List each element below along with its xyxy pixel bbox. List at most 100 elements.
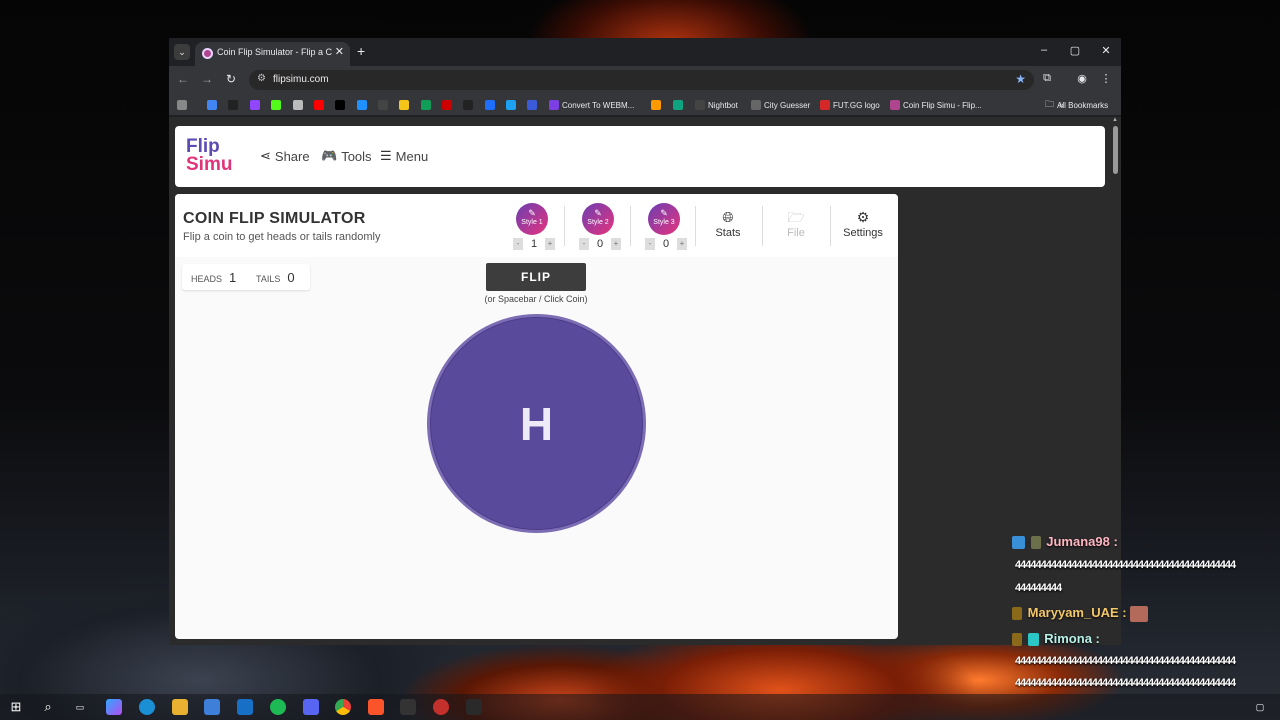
stats-button[interactable]: 🌐︎ Stats xyxy=(703,210,753,239)
bookmark-item[interactable] xyxy=(651,99,661,111)
file-explorer-icon[interactable] xyxy=(172,699,188,715)
profile-icon[interactable]: ◉ xyxy=(1074,72,1090,85)
copilot-icon[interactable] xyxy=(106,699,122,715)
task-view-icon[interactable]: ▭ xyxy=(72,699,88,715)
style-1-button[interactable]: ✎ Style 1 xyxy=(516,203,548,235)
forward-button[interactable]: → xyxy=(199,72,215,86)
url-text[interactable]: flipsimu.com xyxy=(273,74,329,85)
outlook-icon[interactable] xyxy=(237,699,253,715)
site-info-icon[interactable]: ⚙ xyxy=(257,73,266,84)
notifications-icon[interactable]: ▢ xyxy=(1252,699,1268,715)
brave-icon[interactable] xyxy=(368,699,384,715)
chat-message-text: 4444444444444444444444444444444444444444… xyxy=(1015,559,1236,571)
coin[interactable]: H xyxy=(427,314,646,533)
new-tab-button[interactable]: + xyxy=(357,43,365,59)
folder-open-icon: 🗁 xyxy=(787,209,805,225)
apps-grid-icon xyxy=(177,100,187,110)
bookmark-item[interactable] xyxy=(463,99,473,111)
minimize-button[interactable]: – xyxy=(1034,44,1054,56)
obs-icon[interactable] xyxy=(433,699,449,715)
bookmark-item[interactable] xyxy=(399,99,409,111)
bookmark-item[interactable] xyxy=(357,99,367,111)
search-icon[interactable]: ⌕ xyxy=(40,699,56,715)
settings-button[interactable]: ⚙ Settings xyxy=(838,210,888,239)
scroll-thumb[interactable] xyxy=(1113,126,1118,174)
reload-button[interactable]: ↻ xyxy=(223,72,239,86)
menu-label: Menu xyxy=(395,148,429,164)
menu-nav[interactable]: ☰ Menu xyxy=(380,148,428,164)
windows-taskbar: ⊞ ⌕ ▭ ▢ xyxy=(0,694,1280,720)
style-1-increment[interactable]: + xyxy=(545,237,555,250)
bookmark-item[interactable]: City Guesser xyxy=(751,99,810,111)
logitech-icon[interactable] xyxy=(466,699,482,715)
bookmark-item[interactable] xyxy=(442,99,452,111)
edit-icon: ✎ xyxy=(594,208,602,218)
bookmark-item[interactable]: FUT.GG logo xyxy=(820,99,880,111)
address-bar[interactable]: ⚙ flipsimu.com ★ xyxy=(249,70,1034,90)
divider xyxy=(830,206,831,246)
folder-icon: 🗀 xyxy=(1045,99,1055,109)
chat-icon xyxy=(673,100,683,110)
bookmark-item[interactable] xyxy=(485,99,495,111)
style-3-decrement[interactable]: - xyxy=(645,237,655,250)
chat-username: Rimona : xyxy=(1044,631,1100,646)
windows-start-icon[interactable]: ⊞ xyxy=(8,699,24,715)
result-counter: HEADS 1 TAILS 0 xyxy=(182,264,310,290)
bookmark-item[interactable] xyxy=(207,99,217,111)
edge-icon[interactable] xyxy=(139,699,155,715)
close-window-button[interactable]: ✕ xyxy=(1096,44,1116,57)
bookmark-item[interactable] xyxy=(228,99,238,111)
bookmark-item[interactable] xyxy=(314,99,324,111)
flip-hint: (or Spacebar / Click Coin) xyxy=(484,294,588,304)
globe-icon xyxy=(751,100,761,110)
chrome-icon[interactable] xyxy=(335,699,351,715)
divider xyxy=(762,206,763,246)
style-3-increment[interactable]: + xyxy=(677,237,687,250)
bookmark-item[interactable] xyxy=(250,99,260,111)
scroll-up-arrow-icon[interactable]: ▲ xyxy=(1112,117,1118,123)
all-bookmarks-folder[interactable]: 🗀 All Bookmarks xyxy=(1045,99,1108,111)
bookmark-item[interactable] xyxy=(293,99,303,111)
maximize-button[interactable]: ▢ xyxy=(1065,44,1085,57)
bookmark-item[interactable] xyxy=(271,99,281,111)
convert-icon xyxy=(549,100,559,110)
store-icon[interactable] xyxy=(204,699,220,715)
hamburger-icon: ☰ xyxy=(380,148,392,163)
xbox-icon[interactable] xyxy=(400,699,416,715)
tab-close-icon[interactable]: ✕ xyxy=(335,45,344,58)
bookmark-item[interactable] xyxy=(673,99,683,111)
style-2-increment[interactable]: + xyxy=(611,237,621,250)
bookmark-item[interactable]: Coin Flip Simu - Flip... xyxy=(890,99,982,111)
flipsimu-logo[interactable]: Flip Simu xyxy=(186,137,248,178)
style-3-button[interactable]: ✎ Style 3 xyxy=(648,203,680,235)
bookmark-star-icon[interactable]: ★ xyxy=(1015,72,1026,86)
tab-coin-flip[interactable]: Coin Flip Simulator - Flip a Coin ✕ xyxy=(195,42,350,66)
tab-search-button[interactable]: ⌄ xyxy=(174,44,190,60)
youtube-icon xyxy=(314,100,324,110)
style-2-decrement[interactable]: - xyxy=(579,237,589,250)
bookmark-item[interactable] xyxy=(378,99,388,111)
spotify-icon[interactable] xyxy=(270,699,286,715)
back-button[interactable]: ← xyxy=(175,72,191,86)
bookmark-label: Convert To WEBM... xyxy=(562,100,635,110)
extensions-icon[interactable]: ⧉ xyxy=(1039,72,1055,85)
discord-icon[interactable] xyxy=(303,699,319,715)
bookmark-item[interactable] xyxy=(506,99,516,111)
bookmark-item[interactable] xyxy=(527,99,537,111)
style-2-button[interactable]: ✎ Style 2 xyxy=(582,203,614,235)
tools-nav[interactable]: 🎮 Tools xyxy=(321,148,372,164)
flipsimu-icon xyxy=(890,100,900,110)
bookmark-item[interactable] xyxy=(177,99,187,111)
style-2-count: 0 xyxy=(596,237,604,250)
bookmark-item[interactable]: Nightbot xyxy=(695,99,738,111)
bookmark-item[interactable] xyxy=(421,99,431,111)
share-nav[interactable]: ⋖ Share xyxy=(260,148,310,164)
tab-strip: ⌄ Coin Flip Simulator - Flip a Coin ✕ + … xyxy=(169,38,1121,66)
browser-menu-icon[interactable]: ⋮ xyxy=(1098,72,1114,85)
style-1-decrement[interactable]: - xyxy=(513,237,523,250)
file-button[interactable]: 🗁 File xyxy=(771,210,821,239)
system-clock[interactable] xyxy=(1204,697,1206,706)
flip-button[interactable]: FLIP xyxy=(486,263,586,291)
bookmark-item[interactable] xyxy=(335,99,345,111)
bookmark-item[interactable]: Convert To WEBM... xyxy=(549,99,634,111)
